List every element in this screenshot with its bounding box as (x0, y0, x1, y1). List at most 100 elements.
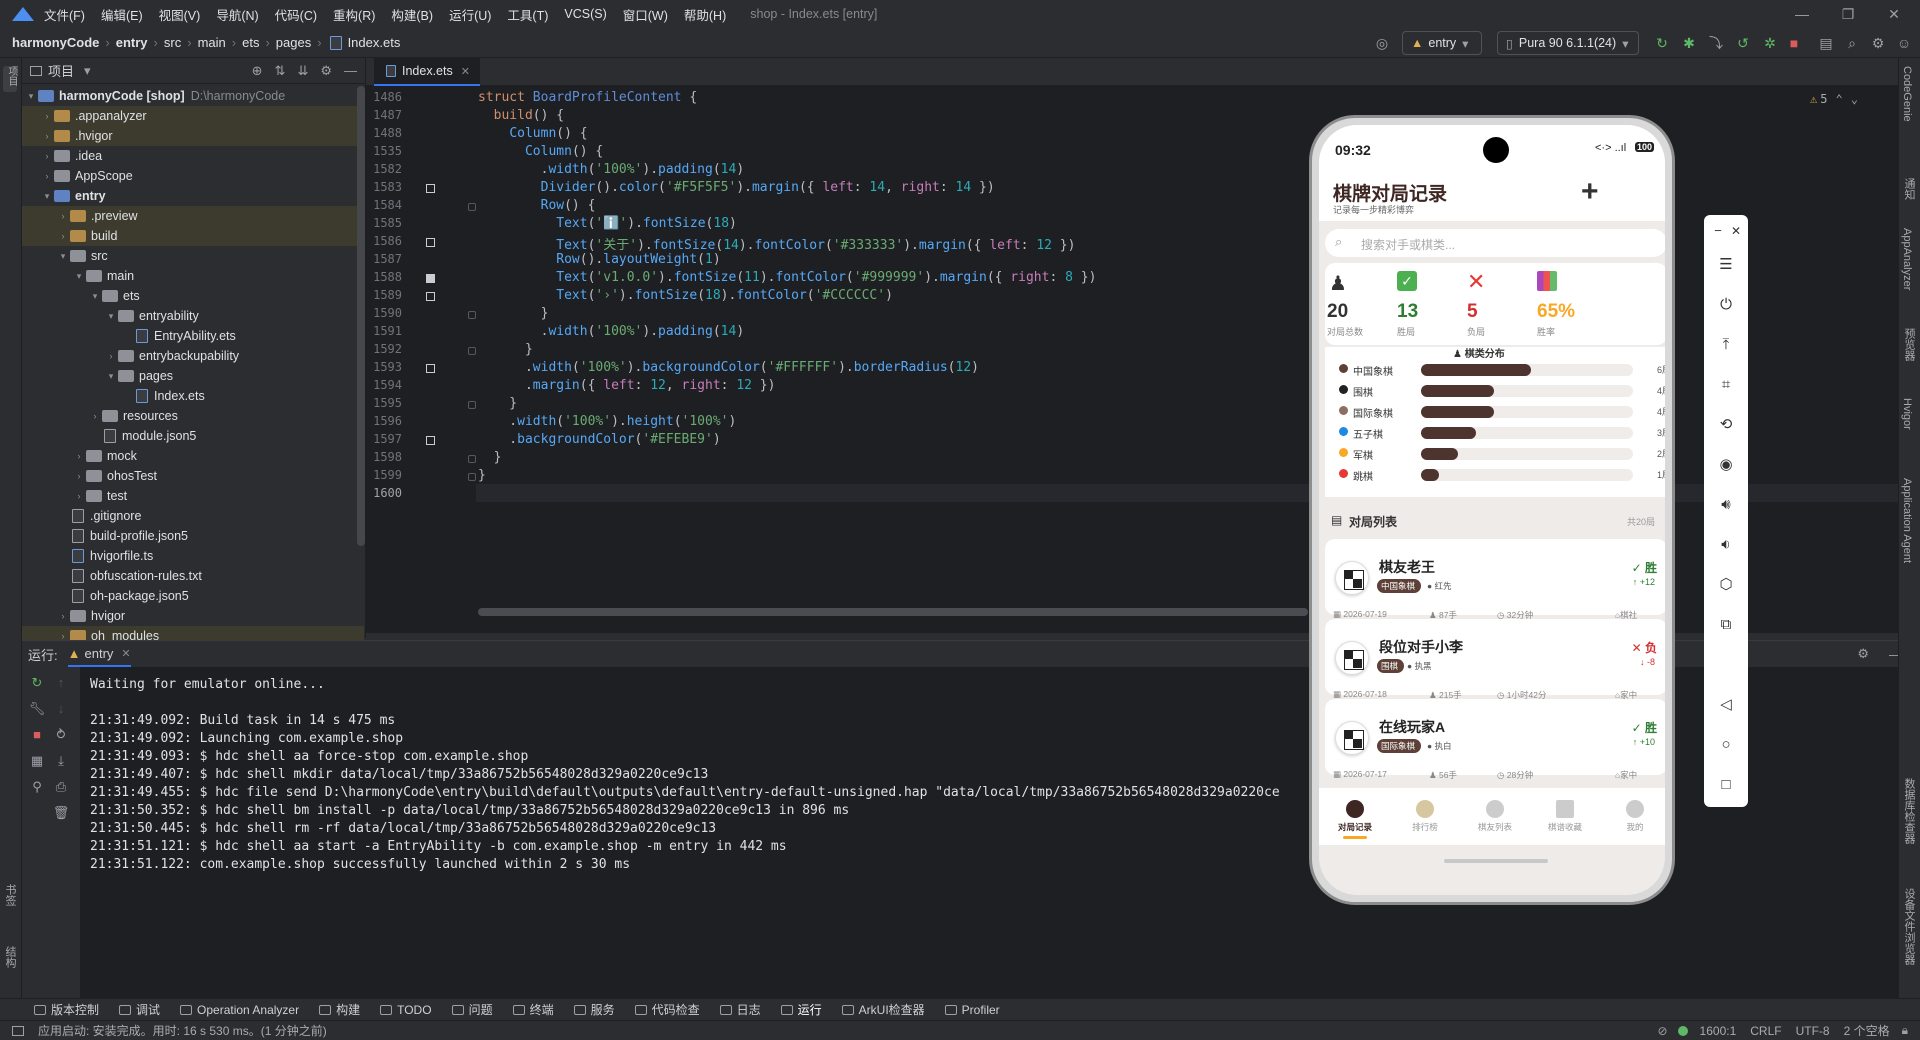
recents-icon[interactable]: □ (1716, 775, 1736, 795)
nav-ranking[interactable]: 排行榜 (1389, 788, 1461, 833)
tree-item[interactable]: › ohosTest (22, 466, 364, 486)
no-entry-icon[interactable]: ⊘ (1657, 1024, 1667, 1038)
game-card[interactable]: 在线玩家A 国际象棋 ● 执白 ✓ 胜 ↑ +10 ▦ 2026-07-17 ♟ 56手 ◷ … (1325, 699, 1665, 780)
tree-item[interactable]: EntryAbility.ets (22, 326, 364, 346)
device-manager-icon[interactable]: ▤ (1816, 33, 1836, 53)
tree-item[interactable]: › .idea (22, 146, 364, 166)
fold-icon[interactable] (468, 347, 476, 355)
close-icon[interactable]: ✕ (461, 65, 470, 78)
tool-window-run[interactable]: 运行 (780, 1001, 822, 1018)
tool-window-services[interactable]: 服务 (573, 1001, 615, 1018)
hide-panel-icon[interactable]: — (344, 63, 357, 78)
inspection-widget[interactable]: ⚠ 5 ⌃ ⌄ (1810, 92, 1858, 106)
tree-item[interactable]: › test (22, 486, 364, 506)
tree-item[interactable]: ▾ ets (22, 286, 364, 306)
tree-scrollbar[interactable] (357, 86, 365, 546)
rotate-icon[interactable]: ⟲ (1716, 415, 1736, 435)
pin-icon[interactable]: ⚲ (28, 779, 46, 797)
close-icon[interactable]: ✕ (121, 647, 130, 660)
settings-icon[interactable]: ⚙ (1857, 646, 1869, 662)
bookmarks-tool-button[interactable]: 书签 (2, 884, 18, 906)
breadcrumb-file[interactable]: Index.ets (348, 35, 401, 50)
game-card[interactable]: 棋友老王 中国象棋 ● 红先 ✓ 胜 ↑ +12 ▦ 2026-07-19 ♟ 87手 ◷ 3… (1325, 539, 1665, 620)
layout-icon[interactable]: ▦ (28, 753, 46, 771)
menu-code[interactable]: 代码(C) (275, 5, 317, 24)
menu-tools[interactable]: 工具(T) (507, 5, 548, 24)
print-icon[interactable]: ⎙ (52, 779, 70, 797)
previewer-tool-button[interactable]: 预览器 (1901, 328, 1917, 361)
collapse-all-icon[interactable]: ⇊ (297, 63, 308, 79)
target-icon[interactable]: ◎ (1372, 33, 1392, 53)
restore-icon[interactable]: ❐ (1838, 4, 1858, 24)
settings-icon[interactable]: ⚙ (1868, 33, 1888, 53)
power-icon[interactable]: ⏻ (1716, 295, 1736, 315)
home-indicator[interactable] (1444, 859, 1548, 863)
tab-index-ets[interactable]: Index.ets ✕ (374, 58, 480, 86)
device-file-browser-tool-button[interactable]: 设备文件浏览器 (1901, 888, 1917, 965)
tree-item[interactable]: module.json5 (22, 426, 364, 446)
scroll-to-end-icon[interactable]: ⤓ (52, 753, 70, 771)
fold-icon[interactable] (468, 455, 476, 463)
close-icon[interactable]: ✕ (1884, 4, 1904, 24)
device-selector[interactable]: ▯ Pura 90 6.1.1(24) ▾ (1497, 31, 1639, 55)
module-selector[interactable]: ▲ entry ▾ (1402, 31, 1482, 55)
tree-item[interactable]: ▾ main (22, 266, 364, 286)
menu-build[interactable]: 构建(B) (391, 5, 433, 24)
tree-item[interactable]: › AppScope (22, 166, 364, 186)
fold-icon[interactable] (468, 473, 476, 481)
notifications-tool-button[interactable]: 通知 (1901, 178, 1917, 200)
menu-vcs[interactable]: VCS(S) (564, 7, 606, 21)
tree-item[interactable]: obfuscation-rules.txt (22, 566, 364, 586)
location-icon[interactable]: ◉ (1716, 455, 1736, 475)
appanalyzer-tool-button[interactable]: AppAnalyzer (1901, 228, 1913, 290)
tool-window-todo[interactable]: TODO (380, 1003, 432, 1017)
menu-help[interactable]: 帮助(H) (684, 5, 726, 24)
tool-window-terminal[interactable]: 终端 (512, 1001, 554, 1018)
menu-icon[interactable]: ☰ (1716, 255, 1736, 275)
nav-friends[interactable]: 棋友列表 (1459, 788, 1531, 833)
arrow-up-icon[interactable]: ↑ (52, 675, 70, 693)
tree-item[interactable]: › .preview (22, 206, 364, 226)
tool-window-build[interactable]: 构建 (319, 1001, 360, 1018)
nav-profile[interactable]: 我的 (1599, 788, 1665, 833)
menu-run[interactable]: 运行(U) (449, 5, 491, 24)
structure-tool-button[interactable]: 结构 (2, 946, 18, 968)
fold-icon[interactable]: ⬡ (1716, 575, 1736, 595)
editor-horizontal-scrollbar[interactable] (478, 608, 1308, 616)
nav-games[interactable]: 对局记录 (1319, 788, 1391, 833)
profile-icon[interactable]: ✲ (1760, 33, 1780, 53)
game-card[interactable]: 段位对手小李 围棋 ● 执黑 ✕ 负 ↓ -8 ▦ 2026-07-18 ♟ 215手 ◷ 1… (1325, 619, 1665, 700)
tool-window-operation-analyzer[interactable]: Operation Analyzer (180, 1003, 299, 1017)
multi-screen-icon[interactable]: ⧉ (1716, 615, 1736, 635)
tree-item[interactable]: .gitignore (22, 506, 364, 526)
codegenie-tool-button[interactable]: CodeGenie (1901, 66, 1913, 122)
search-input[interactable]: ⌕ 搜索对手或棋类... (1325, 229, 1665, 257)
indent-setting[interactable]: 2 个空格 (1844, 1022, 1890, 1039)
tree-item[interactable]: ▾ entry (22, 186, 364, 206)
nav-records[interactable]: 棋谱收藏 (1529, 788, 1601, 833)
tool-window-arkui-inspector[interactable]: ArkUI检查器 (841, 1001, 925, 1018)
file-encoding[interactable]: UTF-8 (1796, 1024, 1830, 1038)
run-tab-entry[interactable]: ▲ entry ✕ (67, 641, 131, 667)
volume-up-icon[interactable]: 🔊︎ (1716, 495, 1736, 515)
code-editor[interactable]: 1486 1487 1488 1535 1582 1583 1584 1585 1586 1587… (366, 86, 1920, 633)
status-message[interactable]: 应用启动: 安装完成。用时: 16 s 530 ms。(1 分钟之前) (38, 1022, 327, 1039)
tree-item-root[interactable]: ▾ harmonyCode [shop] D:\harmonyCode (22, 86, 364, 106)
project-view-selector[interactable]: 项目 (48, 61, 74, 80)
options-icon[interactable]: ⚙ (320, 63, 332, 79)
wrench-icon[interactable]: 🔧︎ (28, 701, 46, 719)
tool-window-log[interactable]: 日志 (719, 1001, 761, 1018)
minimize-icon[interactable]: − (1708, 221, 1728, 241)
locate-icon[interactable]: ⊕ (252, 63, 263, 79)
breadcrumb-main[interactable]: main (198, 35, 226, 50)
close-icon[interactable]: ✕ (1726, 221, 1746, 241)
add-game-button[interactable]: + (1581, 175, 1599, 209)
tree-item[interactable]: build-profile.json5 (22, 526, 364, 546)
tool-window-code-inspection[interactable]: 代码检查 (634, 1001, 700, 1018)
tool-window-problems[interactable]: 问题 (451, 1001, 493, 1018)
fold-icon[interactable] (468, 203, 476, 211)
tree-item[interactable]: › .appanalyzer (22, 106, 364, 126)
fold-icon[interactable] (468, 401, 476, 409)
tree-item[interactable]: › entrybackupability (22, 346, 364, 366)
account-icon[interactable]: ☺ (1894, 33, 1914, 53)
